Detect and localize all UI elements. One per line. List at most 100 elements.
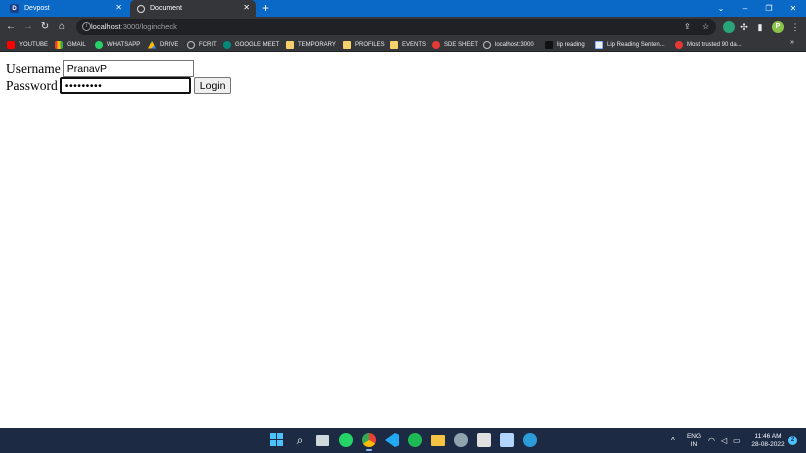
url-text[interactable]: localhost:3000/logincheck [91, 22, 177, 31]
forward-arrow-icon[interactable]: → [21, 20, 35, 34]
folder-icon [286, 40, 294, 49]
photos-icon[interactable] [500, 433, 514, 447]
site-info-icon[interactable]: i [82, 22, 91, 31]
spotify-icon[interactable] [408, 433, 422, 447]
bookmark-events[interactable]: EVENTS [390, 39, 426, 50]
store-icon[interactable] [477, 433, 491, 447]
tab-title: Devpost [24, 5, 50, 12]
whatsapp-icon[interactable] [339, 433, 353, 447]
vscode-icon[interactable] [385, 433, 399, 447]
drive-icon [148, 40, 156, 49]
username-input[interactable] [62, 60, 194, 77]
bookmark-lip-reading-sentences[interactable]: Lip Reading Senten... [595, 39, 665, 50]
new-tab-button[interactable]: + [262, 1, 269, 15]
task-view-icon[interactable] [316, 435, 329, 446]
bookmark-most-trusted[interactable]: Most trusted 90 da... [675, 39, 742, 50]
login-button[interactable]: Login [193, 77, 232, 94]
bookmark-label: TEMPORARY [298, 41, 336, 48]
close-window-button[interactable]: ✕ [782, 0, 804, 17]
bookmark-label: localhost:3000 [495, 41, 534, 48]
tab-strip: D Devpost ✕ Document ✕ + ⌄ – ❐ ✕ [0, 0, 806, 17]
restore-button[interactable]: ❐ [758, 0, 780, 17]
bookmark-label: FCRIT [199, 41, 217, 48]
globe-icon [483, 40, 491, 49]
bookmark-localhost[interactable]: localhost:3000 [483, 39, 534, 50]
bookmark-lip-reading[interactable]: lip reading [545, 39, 585, 50]
news-icon [675, 40, 683, 49]
search-icon[interactable]: ⌕ [293, 433, 307, 447]
bookmark-google-meet[interactable]: GOOGLE MEET [223, 39, 279, 50]
password-row: Password Login [6, 77, 232, 94]
whatsapp-icon [95, 40, 103, 49]
minimize-button[interactable]: – [734, 0, 756, 17]
devpost-favicon-icon: D [10, 4, 19, 13]
bookmark-label: SDE SHEET [444, 41, 479, 48]
bookmark-whatsapp[interactable]: WHATSAPP [95, 39, 140, 50]
more-bookmarks-icon[interactable]: » [790, 39, 794, 46]
sde-sheet-icon [432, 40, 440, 49]
clock[interactable]: 11:46 AM 28-08-2022 [750, 433, 786, 453]
chrome-icon[interactable] [362, 433, 376, 451]
gmail-icon [55, 40, 63, 49]
folder-icon [343, 40, 351, 49]
browser-toolbar: ← → ↻ ⌂ i localhost:3000/logincheck ⇪ ☆ … [0, 17, 806, 37]
home-icon[interactable]: ⌂ [55, 20, 69, 34]
tab-close-icon[interactable]: ✕ [243, 3, 250, 12]
bookmark-temporary[interactable]: TEMPORARY [286, 39, 336, 50]
globe-icon [187, 40, 195, 49]
bookmark-label: GMAIL [67, 41, 86, 48]
bookmark-star-icon[interactable]: ☆ [702, 22, 709, 31]
profile-avatar[interactable]: P [772, 21, 784, 33]
start-icon[interactable] [270, 433, 284, 447]
clock-date: 28-08-2022 [751, 441, 785, 448]
extension-icon[interactable] [723, 21, 735, 33]
tab-devpost[interactable]: D Devpost ✕ [6, 0, 128, 17]
bookmark-profiles[interactable]: PROFILES [343, 39, 385, 50]
bookmark-label: YOUTUBE [19, 41, 49, 48]
bookmark-drive[interactable]: DRIVE [148, 39, 178, 50]
language-indicator[interactable]: ENG IN [686, 433, 702, 453]
share-icon[interactable]: ⇪ [684, 22, 691, 31]
password-input[interactable] [59, 77, 191, 94]
clock-time: 11:46 AM [754, 433, 782, 440]
battery-icon[interactable]: ▭ [733, 436, 741, 445]
volume-icon[interactable]: ◁ [721, 436, 727, 445]
lip-reading-icon [595, 40, 603, 49]
tab-title: Document [150, 5, 182, 12]
globe-icon [137, 4, 145, 13]
bookmark-label: DRIVE [160, 41, 179, 48]
bookmark-youtube[interactable]: YOUTUBE [7, 39, 48, 50]
url-path: :3000/logincheck [120, 22, 177, 31]
tab-document[interactable]: Document ✕ [130, 0, 256, 17]
language-code: ENG [686, 433, 702, 440]
google-meet-icon [223, 40, 231, 49]
username-row: Username [6, 60, 194, 77]
bookmark-sde-sheet[interactable]: SDE SHEET [432, 39, 478, 50]
url-host: localhost [91, 22, 121, 31]
bookmark-label: EVENTS [402, 41, 427, 48]
address-bar[interactable]: i localhost:3000/logincheck ⇪ ☆ [76, 19, 716, 35]
username-label: Username [6, 60, 61, 76]
back-arrow-icon[interactable]: ← [4, 20, 18, 34]
side-panel-icon[interactable]: ▮ [753, 20, 767, 34]
bookmark-gmail[interactable]: GMAIL [55, 39, 86, 50]
windows-taskbar: ⌕ ^ ENG IN ◠ ◁ ▭ 11:46 AM 28-08-2022 2 [0, 428, 806, 453]
more-menu-icon[interactable]: ⋮ [788, 20, 802, 34]
page-icon [545, 40, 553, 49]
bookmark-fcrit[interactable]: FCRIT [187, 39, 217, 50]
youtube-icon [7, 40, 15, 49]
show-hidden-icons-icon[interactable]: ^ [671, 436, 675, 445]
page-content: Username Password Login [0, 53, 806, 428]
tab-close-icon[interactable]: ✕ [115, 3, 122, 12]
file-explorer-icon[interactable] [431, 435, 445, 446]
language-region: IN [690, 441, 698, 448]
edge-icon[interactable] [523, 433, 537, 447]
settings-icon[interactable] [454, 433, 468, 447]
notification-badge[interactable]: 2 [788, 436, 797, 445]
extensions-puzzle-icon[interactable]: ✣ [737, 20, 751, 34]
bookmark-label: lip reading [557, 41, 585, 48]
wifi-icon[interactable]: ◠ [708, 436, 715, 445]
tab-search-icon[interactable]: ⌄ [710, 0, 732, 17]
bookmark-label: Most trusted 90 da... [687, 41, 742, 48]
reload-icon[interactable]: ↻ [38, 20, 52, 34]
